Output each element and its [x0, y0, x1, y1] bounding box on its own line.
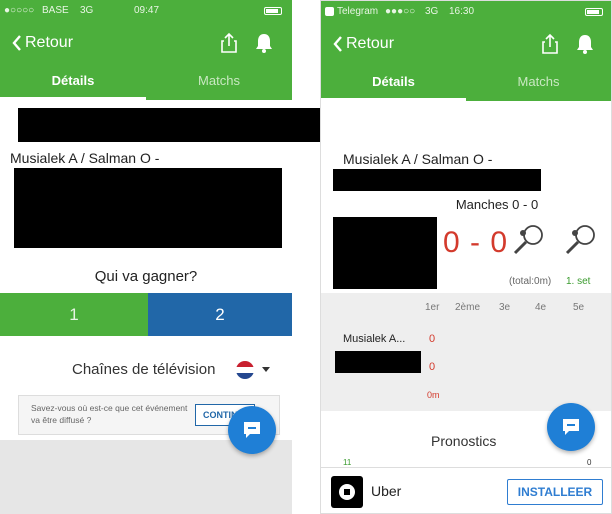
- sets-table: 1er 2ème 3e 4e 5e Musialek A... 0 0: [321, 293, 611, 411]
- pronostics-heading: Pronostics: [431, 433, 497, 449]
- racket-icon: [513, 225, 543, 255]
- battery-icon: [585, 8, 603, 16]
- carrier-name: Telegram: [337, 6, 379, 17]
- carrier-name: BASE: [42, 5, 69, 16]
- active-tab-indicator: [0, 97, 146, 100]
- vote-question: Qui va gagner?: [94, 268, 198, 285]
- back-label: Retour: [346, 35, 395, 52]
- network-type: 3G: [425, 6, 439, 17]
- set-header: 5e: [573, 302, 585, 313]
- status-bar: Telegram ●●●○○ 3G 16:30: [321, 1, 611, 23]
- back-chevron-icon: [12, 35, 21, 51]
- tv-channels-label: Chaînes de télévision: [72, 361, 216, 378]
- set-header: 3e: [499, 302, 511, 313]
- back-button[interactable]: Retour: [333, 35, 394, 53]
- install-button[interactable]: INSTALLEER: [507, 479, 603, 505]
- chat-fab-button[interactable]: [547, 403, 595, 451]
- current-set: 1. set: [566, 276, 591, 287]
- signal-dots-icon: ●●●○○: [385, 6, 416, 17]
- set-header: 2ème: [455, 302, 481, 313]
- bell-icon[interactable]: [254, 32, 274, 54]
- vote-option-2-button[interactable]: 2: [148, 293, 292, 336]
- match-title: Musialek A / Salman O -: [343, 151, 493, 167]
- tab-matchs[interactable]: Matchs: [146, 64, 292, 100]
- set-duration: 0m: [427, 390, 440, 400]
- chat-fab-button[interactable]: [228, 406, 276, 454]
- set-header: 4e: [535, 302, 547, 313]
- match-title: Musialek A / Salman O -: [10, 150, 160, 166]
- match-score: 0 - 0: [443, 226, 509, 259]
- player-name: Musialek A...: [343, 333, 406, 345]
- uber-logo-icon: [331, 476, 363, 508]
- redacted-block: [335, 351, 421, 373]
- racket-icon: [565, 225, 595, 255]
- prono-right-value: 0: [587, 458, 592, 467]
- dropdown-caret-icon[interactable]: [262, 367, 270, 372]
- tv-channels-row[interactable]: Chaînes de télévision: [0, 356, 292, 382]
- chat-icon: [244, 422, 260, 438]
- redacted-block: [14, 168, 282, 248]
- status-time: 09:47: [134, 5, 160, 16]
- tab-details[interactable]: Détails: [321, 65, 466, 101]
- prono-left-value: 11: [343, 458, 352, 467]
- telegram-notification-icon: [325, 7, 334, 16]
- back-button[interactable]: Retour: [12, 34, 73, 52]
- tab-bar: Détails Matchs: [0, 64, 292, 100]
- player-set-score: 0: [429, 361, 436, 373]
- broadcast-info-text: Savez-vous où est-ce que cet événement v…: [31, 403, 188, 425]
- ad-brand-name: Uber: [371, 483, 402, 499]
- dutch-flag-icon: [236, 361, 254, 379]
- player-set-score: 0: [429, 333, 436, 345]
- status-bar: ●○○○○ BASE 3G 09:47: [0, 0, 292, 22]
- tab-details[interactable]: Détails: [0, 64, 146, 100]
- vote-option-1-button[interactable]: 1: [0, 293, 148, 336]
- network-type: 3G: [80, 5, 94, 16]
- back-chevron-icon: [333, 36, 342, 52]
- set-header: 1er: [425, 302, 440, 313]
- signal-dots-icon: ●○○○○: [4, 5, 35, 16]
- active-tab-indicator: [321, 98, 466, 101]
- navigation-bar: Retour: [0, 22, 292, 64]
- phone-screen-right: Telegram ●●●○○ 3G 16:30 Retour Détails M…: [320, 0, 612, 514]
- share-icon[interactable]: [220, 32, 238, 54]
- chat-icon: [563, 419, 579, 435]
- tab-bar: Détails Matchs: [321, 65, 611, 101]
- tab-matchs[interactable]: Matchs: [466, 65, 611, 101]
- redacted-block: [333, 169, 541, 191]
- bell-icon[interactable]: [575, 33, 595, 55]
- share-icon[interactable]: [541, 33, 559, 55]
- phone-screen-left: ●○○○○ BASE 3G 09:47 Retour Détails Match…: [0, 0, 292, 514]
- navigation-bar: Retour: [321, 23, 611, 65]
- total-duration: (total:0m): [509, 276, 552, 287]
- redacted-block: [333, 217, 437, 289]
- status-time: 16:30: [449, 6, 475, 17]
- back-label: Retour: [25, 34, 74, 51]
- ad-banner[interactable]: Uber INSTALLEER: [321, 467, 611, 513]
- manches-score: Manches 0 - 0: [455, 197, 539, 212]
- battery-icon: [264, 7, 282, 15]
